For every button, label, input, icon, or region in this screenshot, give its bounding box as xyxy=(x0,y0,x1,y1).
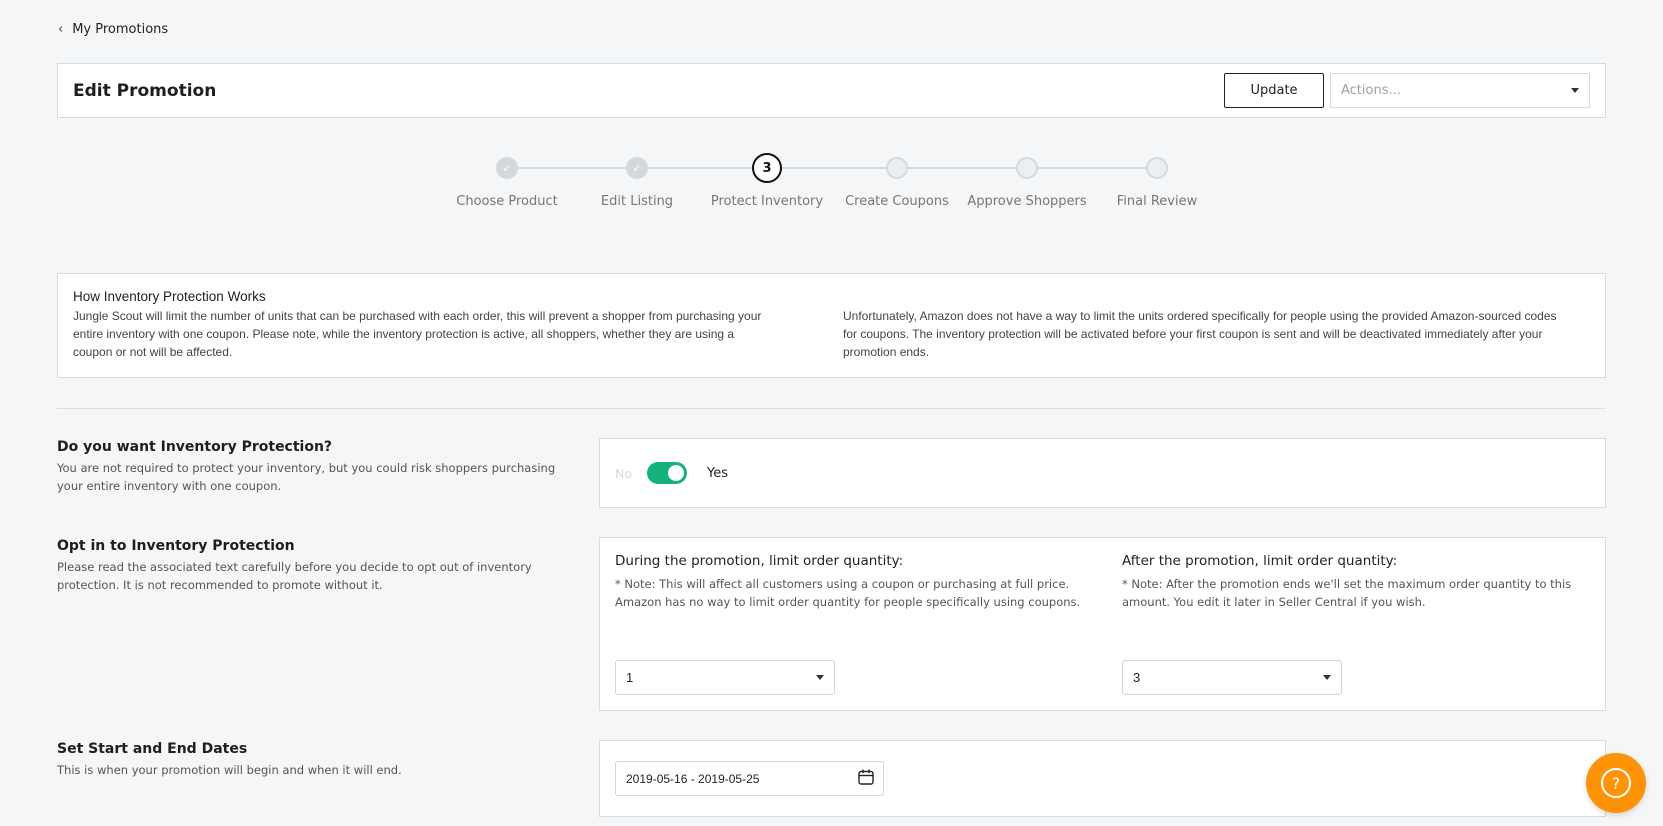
step-protect-inventory[interactable]: 3 Protect Inventory xyxy=(702,152,832,209)
help-button[interactable]: ? xyxy=(1586,753,1646,813)
during-promotion-column: During the promotion, limit order quanti… xyxy=(615,553,1085,611)
info-right-column: Unfortunately, Amazon does not have a wa… xyxy=(843,289,1573,362)
info-title: How Inventory Protection Works xyxy=(73,289,266,304)
dates-title: Set Start and End Dates xyxy=(57,741,248,757)
update-button[interactable]: Update xyxy=(1224,73,1324,108)
page-title: Edit Promotion xyxy=(73,80,217,101)
chevron-left-icon: ‹ xyxy=(58,22,64,37)
caret-down-icon xyxy=(1571,88,1579,93)
info-left-column: How Inventory Protection Works Jungle Sc… xyxy=(73,289,763,362)
after-note: * Note: After the promotion ends we'll s… xyxy=(1122,577,1572,609)
order-quantity-panel: During the promotion, limit order quanti… xyxy=(599,537,1606,711)
date-range-input[interactable]: 2019-05-16 - 2019-05-25 xyxy=(615,761,884,796)
step-circle-icon xyxy=(1146,157,1168,179)
caret-down-icon xyxy=(816,675,824,680)
protection-title: Do you want Inventory Protection? xyxy=(57,439,333,455)
during-quantity-value: 1 xyxy=(626,670,634,685)
toggle-on-label: Yes xyxy=(707,465,728,481)
step-label: Final Review xyxy=(1116,194,1198,209)
back-link-label: My Promotions xyxy=(72,22,169,37)
during-quantity-select[interactable]: 1 xyxy=(615,660,835,695)
toggle-knob xyxy=(668,465,684,481)
protection-section-intro: Do you want Inventory Protection? You ar… xyxy=(57,439,557,495)
calendar-icon[interactable] xyxy=(857,768,875,789)
step-label: Protect Inventory xyxy=(710,194,824,209)
step-label: Approve Shoppers xyxy=(967,194,1087,209)
step-circle-icon xyxy=(1016,157,1038,179)
info-left-text: Jungle Scout will limit the number of un… xyxy=(73,309,762,359)
step-label: Create Coupons xyxy=(845,194,949,209)
after-quantity-select[interactable]: 3 xyxy=(1122,660,1342,695)
inventory-protection-toggle[interactable] xyxy=(647,462,687,484)
section-divider xyxy=(57,408,1606,409)
check-icon: ✓ xyxy=(496,157,518,179)
opt-in-description: Please read the associated text carefull… xyxy=(57,560,532,592)
dates-panel: 2019-05-16 - 2019-05-25 xyxy=(599,740,1606,817)
progress-stepper: ✓ Choose Product ✓ Edit Listing 3 Protec… xyxy=(0,152,1663,222)
info-right-text: Unfortunately, Amazon does not have a wa… xyxy=(843,309,1557,359)
step-circle-icon xyxy=(886,157,908,179)
after-promotion-column: After the promotion, limit order quantit… xyxy=(1122,553,1592,611)
step-edit-listing[interactable]: ✓ Edit Listing xyxy=(572,152,702,209)
header-card: Edit Promotion Update Actions... xyxy=(57,63,1606,118)
caret-down-icon xyxy=(1323,675,1331,680)
step-label: Choose Product xyxy=(456,194,558,209)
check-icon: ✓ xyxy=(626,157,648,179)
actions-dropdown[interactable]: Actions... xyxy=(1330,73,1590,108)
after-title: After the promotion, limit order quantit… xyxy=(1122,553,1398,569)
actions-placeholder: Actions... xyxy=(1341,83,1401,98)
during-note: * Note: This will affect all customers u… xyxy=(615,577,1081,609)
opt-in-title: Opt in to Inventory Protection xyxy=(57,538,295,554)
step-label: Edit Listing xyxy=(600,194,674,209)
during-title: During the promotion, limit order quanti… xyxy=(615,553,904,569)
back-to-my-promotions-link[interactable]: ‹ My Promotions xyxy=(58,22,168,37)
step-approve-shoppers[interactable]: Approve Shoppers xyxy=(962,152,1092,209)
after-quantity-value: 3 xyxy=(1133,670,1141,685)
help-question-icon: ? xyxy=(1601,768,1631,798)
opt-in-section-intro: Opt in to Inventory Protection Please re… xyxy=(57,538,557,594)
dates-description: This is when your promotion will begin a… xyxy=(57,763,402,777)
step-create-coupons[interactable]: Create Coupons xyxy=(832,152,962,209)
dates-section-intro: Set Start and End Dates This is when you… xyxy=(57,741,557,779)
date-range-value: 2019-05-16 - 2019-05-25 xyxy=(626,771,760,786)
step-number-badge: 3 xyxy=(752,153,782,183)
step-final-review[interactable]: Final Review xyxy=(1092,152,1222,209)
toggle-off-label: No xyxy=(615,465,632,481)
protection-description: You are not required to protect your inv… xyxy=(57,461,556,493)
protection-toggle-panel: No Yes xyxy=(599,438,1606,508)
inventory-protection-info-card: How Inventory Protection Works Jungle Sc… xyxy=(57,273,1606,378)
step-choose-product[interactable]: ✓ Choose Product xyxy=(442,152,572,209)
